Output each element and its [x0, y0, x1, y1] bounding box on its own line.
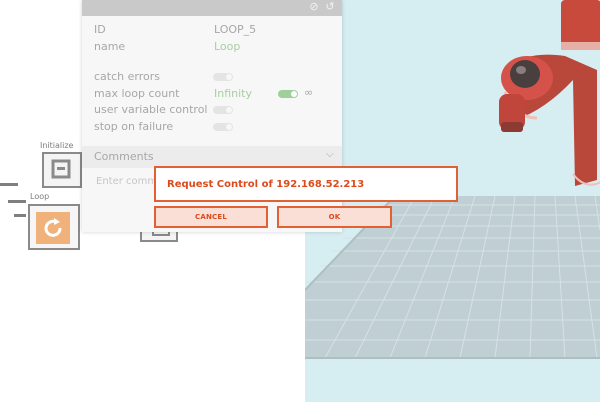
- robot-arm: [499, 0, 600, 186]
- id-label: ID: [94, 23, 106, 36]
- id-value[interactable]: LOOP_5: [214, 23, 256, 36]
- max-loop-count-label: max loop count: [94, 87, 180, 100]
- max-loop-count-value[interactable]: Infinity: [214, 87, 252, 100]
- comments-input[interactable]: Enter comm: [96, 176, 157, 187]
- connector-wire: [0, 183, 18, 186]
- name-label: name: [94, 40, 126, 53]
- loop-node[interactable]: [28, 204, 80, 250]
- connector-wire: [8, 200, 26, 203]
- undo-icon[interactable]: ↺: [324, 1, 336, 13]
- disable-icon[interactable]: ⊘: [308, 1, 320, 13]
- loop-icon: [44, 218, 62, 237]
- name-value[interactable]: Loop: [214, 40, 240, 53]
- stop-on-failure-toggle[interactable]: [213, 123, 233, 131]
- user-variable-control-label: user variable control: [94, 103, 208, 116]
- infinite-loop-toggle[interactable]: [278, 90, 298, 98]
- stop-on-failure-label: stop on failure: [94, 120, 174, 133]
- cancel-button[interactable]: CANCEL: [154, 206, 268, 228]
- chevron-down-icon[interactable]: ⌵: [326, 149, 334, 160]
- catch-errors-label: catch errors: [94, 70, 160, 83]
- user-variable-control-toggle[interactable]: [213, 106, 233, 114]
- comments-section-header[interactable]: Comments ⌵: [82, 146, 342, 168]
- ok-button[interactable]: OK: [277, 206, 392, 228]
- comments-title: Comments: [94, 150, 154, 163]
- initialize-node-label: Initialize: [40, 141, 74, 150]
- initialize-icon: [51, 159, 71, 179]
- loop-node-label: Loop: [30, 192, 50, 201]
- catch-errors-toggle[interactable]: [213, 73, 233, 81]
- initialize-node[interactable]: [42, 152, 82, 188]
- panel-toolbar: ⊘ ↺: [82, 0, 342, 16]
- request-control-dialog: Request Control of 192.168.52.213: [154, 166, 458, 202]
- dialog-title: Request Control of 192.168.52.213: [167, 179, 365, 190]
- connector-wire: [14, 214, 26, 217]
- infinity-icon: ∞: [304, 86, 314, 99]
